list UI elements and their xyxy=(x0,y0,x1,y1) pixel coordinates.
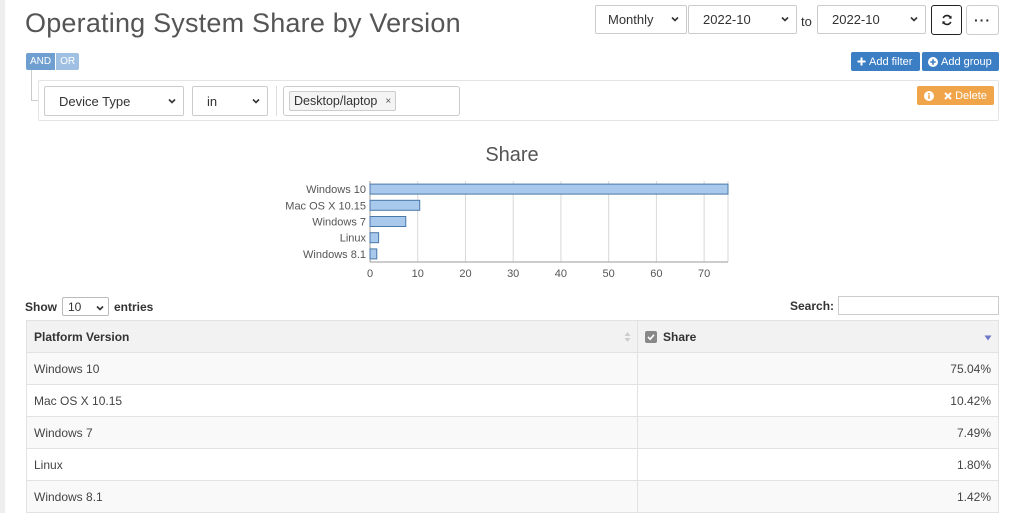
chevron-down-icon xyxy=(96,305,104,311)
share-cell: 7.49% xyxy=(637,416,999,449)
chart-title: Share xyxy=(485,144,538,166)
share-cell: 10.42% xyxy=(637,384,999,417)
x-tick-label: 40 xyxy=(555,268,567,280)
share-chart: Share 0 10 20 30 40 50 60 70 Windows 10 Mac OS X 1… xyxy=(285,144,729,280)
share-cell: 1.42% xyxy=(637,480,999,513)
platform-version-cell: Linux xyxy=(26,448,638,481)
bar xyxy=(369,183,729,195)
filter-operator-value: in xyxy=(207,93,218,109)
platform-version-cell: Windows 7 xyxy=(26,416,638,449)
from-date-value: 2022-10 xyxy=(703,12,751,27)
checkbox-icon[interactable] xyxy=(645,330,657,343)
period-select[interactable]: Monthly xyxy=(595,5,687,34)
add-filter-button[interactable]: Add filter xyxy=(851,52,920,71)
to-label: to xyxy=(801,14,812,29)
info-icon xyxy=(924,90,935,101)
table-row[interactable]: Linux 1.80% xyxy=(26,448,999,481)
search-label: Search: xyxy=(790,299,835,313)
filter-value-input[interactable]: Desktop/laptop × xyxy=(283,86,460,116)
x-tick-label: 10 xyxy=(412,268,424,280)
x-tick-label: 70 xyxy=(698,268,710,280)
bar xyxy=(369,199,421,211)
y-tick-label: Windows 7 xyxy=(312,217,366,229)
sort-icon xyxy=(624,332,631,342)
page-length-value: 10 xyxy=(68,299,82,314)
chevron-down-icon xyxy=(168,98,176,104)
share-cell: 1.80% xyxy=(637,448,999,481)
chevron-down-icon xyxy=(671,16,679,22)
platform-version-cell: Mac OS X 10.15 xyxy=(26,384,638,417)
close-icon xyxy=(944,91,952,100)
bar xyxy=(369,248,378,260)
chevron-down-icon xyxy=(252,98,260,104)
to-date-value: 2022-10 xyxy=(832,12,880,27)
x-tick-label: 20 xyxy=(459,268,471,280)
x-tick-label: 0 xyxy=(367,268,373,280)
period-value: Monthly xyxy=(608,12,654,27)
or-button[interactable]: OR xyxy=(55,53,80,70)
search-input[interactable] xyxy=(838,296,999,315)
plus-icon xyxy=(857,57,866,66)
bar xyxy=(369,232,380,244)
more-options-button[interactable]: ··· xyxy=(966,5,999,35)
page-length-control: Show 10 entries xyxy=(25,297,153,316)
share-cell: 75.04% xyxy=(637,352,999,385)
page-title: Operating System Share by Version xyxy=(25,8,461,38)
table-row[interactable]: Windows 7 7.49% xyxy=(26,416,999,449)
and-or-toggle: AND OR xyxy=(26,53,80,70)
column-label: Platform Version xyxy=(34,329,130,344)
close-icon[interactable]: × xyxy=(385,96,391,107)
entries-label: entries xyxy=(114,299,154,314)
filter-value-label: Desktop/laptop xyxy=(294,94,378,108)
plus-circle-icon xyxy=(928,56,938,67)
delete-label: Delete xyxy=(955,89,987,102)
filter-field-value: Device Type xyxy=(59,93,131,109)
chevron-down-icon xyxy=(910,16,918,22)
y-tick-label: Windows 10 xyxy=(306,184,366,196)
table-row[interactable]: Windows 8.1 1.42% xyxy=(26,480,999,513)
x-tick-label: 60 xyxy=(650,268,662,280)
column-header-share[interactable]: Share xyxy=(637,320,999,353)
bar xyxy=(369,216,407,227)
filter-operator-select[interactable]: in xyxy=(192,86,268,116)
from-date-select[interactable]: 2022-10 xyxy=(688,5,797,34)
column-label: Share xyxy=(663,329,697,344)
x-tick-label: 50 xyxy=(603,268,615,280)
refresh-button[interactable] xyxy=(931,5,962,35)
platform-version-cell: Windows 8.1 xyxy=(26,480,638,513)
chevron-down-icon xyxy=(781,16,789,22)
add-group-label: Add group xyxy=(941,55,992,68)
share-table: Platform Version Share Windows 10 75.04%… xyxy=(26,320,999,513)
filter-value-tag: Desktop/laptop × xyxy=(289,91,397,111)
tree-connector xyxy=(31,70,32,100)
table-row[interactable]: Windows 10 75.04% xyxy=(26,352,999,385)
filter-field-select[interactable]: Device Type xyxy=(44,86,184,116)
delete-rule-button[interactable]: Delete xyxy=(917,86,994,105)
table-row[interactable]: Mac OS X 10.15 10.42% xyxy=(26,384,999,417)
to-date-select[interactable]: 2022-10 xyxy=(817,5,926,34)
y-tick-label: Linux xyxy=(340,233,367,245)
add-filter-label: Add filter xyxy=(869,55,913,68)
more-icon: ··· xyxy=(974,12,991,28)
refresh-icon xyxy=(941,14,952,26)
y-tick-label: Mac OS X 10.15 xyxy=(285,200,366,212)
show-label: Show xyxy=(25,299,57,314)
sort-icon xyxy=(984,335,992,341)
left-edge xyxy=(0,0,5,513)
add-group-button[interactable]: Add group xyxy=(922,52,999,71)
y-tick-label: Windows 8.1 xyxy=(303,249,366,261)
filter-divider xyxy=(276,86,277,116)
platform-version-cell: Windows 10 xyxy=(26,352,638,385)
page-length-select[interactable]: 10 xyxy=(62,297,109,316)
column-header-platform-version[interactable]: Platform Version xyxy=(26,320,638,353)
and-button[interactable]: AND xyxy=(26,53,56,70)
x-tick-label: 30 xyxy=(507,268,519,280)
delete-content: Delete xyxy=(944,90,987,102)
